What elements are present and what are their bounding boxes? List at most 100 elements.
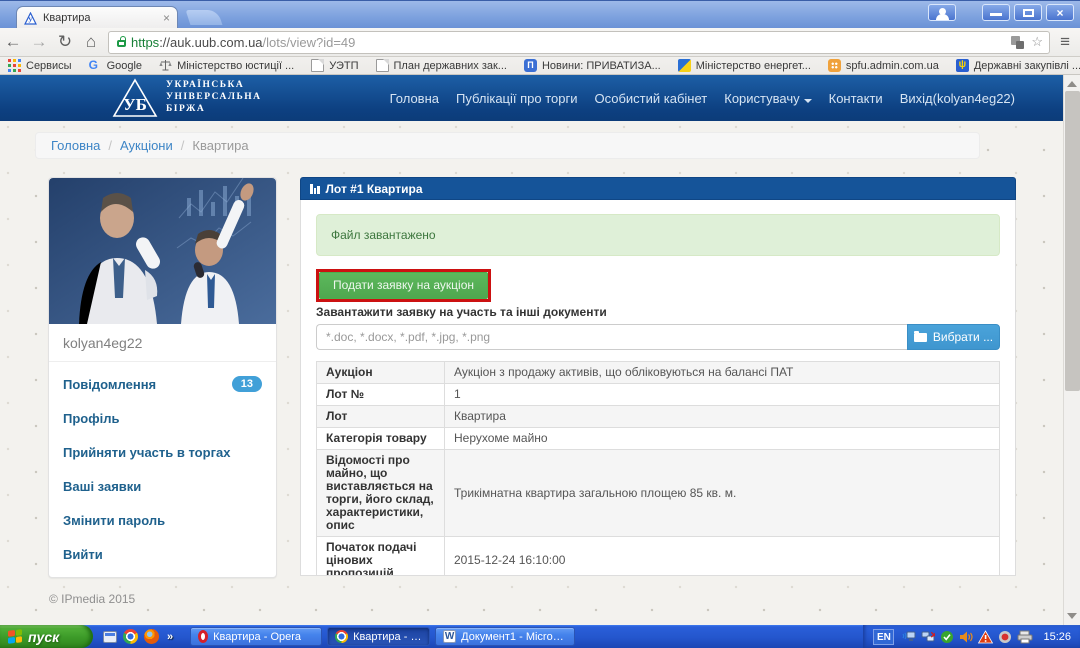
tab-close-icon[interactable]: × (163, 12, 170, 24)
table-row: Категорія товаруНерухоме майно (317, 428, 1000, 450)
minimize-icon (990, 13, 1002, 16)
site-logo-text: УКРАЇНСЬКА УНІВЕРСАЛЬНА БІРЖА (166, 80, 262, 116)
language-indicator[interactable]: EN (873, 629, 894, 645)
sidebar-item-change-password[interactable]: Змінити пароль (49, 503, 276, 537)
browser-scrollbar[interactable] (1063, 75, 1080, 625)
chrome-icon[interactable] (123, 629, 138, 644)
breadcrumb: Головна / Аукціони / Квартира (35, 132, 980, 159)
nav-logout[interactable]: Вихід(kolyan4eg22) (900, 91, 1015, 106)
bookmarks-bar: Сервисы G Google Міністерство юстиції ..… (0, 57, 1080, 75)
home-icon[interactable]: ⌂ (78, 29, 104, 55)
sidebar-item-participate[interactable]: Прийняти участь в торгах (49, 435, 276, 469)
apps-icon (8, 59, 21, 72)
task-word[interactable]: W Документ1 - Microso... (435, 627, 575, 646)
nav-publications[interactable]: Публікації про торги (456, 91, 577, 106)
submit-application-button[interactable]: Подати заявку на аукціон (319, 272, 488, 299)
forward-icon[interactable]: → (26, 29, 52, 55)
minimize-button[interactable] (982, 4, 1010, 21)
firefox-icon[interactable] (144, 629, 159, 644)
nav-home[interactable]: Головна (390, 91, 439, 106)
address-bar[interactable]: https ://auk.uub.com.ua /lots/view?id=49… (108, 31, 1050, 54)
lot-panel-header: Лот #1 Квартира (300, 177, 1016, 200)
sidebar-item-your-bids[interactable]: Ваші заявки (49, 469, 276, 503)
svg-text:УБ: УБ (123, 95, 147, 114)
sidebar: kolyan4eg22 Повідомлення 13 Профіль Прий… (48, 177, 277, 578)
task-chrome[interactable]: Квартира - Google C... (327, 627, 430, 646)
quick-launch-overflow-icon[interactable]: » (167, 631, 173, 643)
warning-icon[interactable] (978, 630, 993, 644)
breadcrumb-auctions[interactable]: Аукціони (120, 138, 173, 153)
update-status-icon[interactable] (998, 630, 1012, 644)
google-icon: G (89, 59, 102, 72)
nav-user-menu[interactable]: Користувачу (724, 91, 811, 106)
maximize-button[interactable] (1014, 4, 1042, 21)
messages-count-badge: 13 (232, 376, 262, 392)
lot-panel-body: Файл завантажено Подати заявку на аукціо… (300, 200, 1016, 576)
site-nav: Головна Публікації про торги Особистий к… (390, 91, 1015, 106)
nav-cabinet[interactable]: Особистий кабінет (594, 91, 707, 106)
page-icon (311, 59, 324, 72)
browse-button[interactable]: Вибрати ... (907, 324, 1000, 350)
volume-icon[interactable] (959, 630, 973, 644)
file-name-input[interactable] (316, 324, 907, 350)
task-opera[interactable]: Квартира - Opera (190, 627, 322, 646)
bookmark-item[interactable]: spfu.admin.com.ua (828, 59, 939, 72)
back-icon[interactable]: ← (0, 29, 26, 55)
sidebar-username: kolyan4eg22 (49, 324, 276, 361)
spfu-icon (828, 59, 841, 72)
bookmark-item[interactable]: П Новини: ПРИВАТИЗА... (524, 59, 661, 72)
network-signal-icon[interactable] (902, 630, 916, 644)
bookmark-item[interactable]: Сервисы (8, 59, 72, 72)
show-desktop-icon[interactable] (103, 631, 117, 643)
bookmark-item[interactable]: G Google (89, 59, 142, 72)
printer-icon[interactable] (1017, 630, 1033, 644)
url-scheme: https (131, 35, 159, 50)
breadcrumb-current: Квартира (192, 138, 248, 153)
bookmark-item[interactable]: ψ Державні закупівлі ... (956, 59, 1080, 72)
table-row: Відомості про майно, що виставляється на… (317, 450, 1000, 537)
breadcrumb-home[interactable]: Головна (51, 138, 100, 153)
scroll-up-icon[interactable] (1067, 81, 1077, 87)
chrome-menu-icon[interactable]: ≡ (1060, 32, 1070, 52)
bookmark-item[interactable]: УЭТП (311, 59, 358, 72)
lot-panel: Лот #1 Квартира Файл завантажено Подати … (300, 177, 1016, 576)
new-tab-button[interactable] (186, 10, 223, 25)
sidebar-item-logout[interactable]: Вийти (49, 537, 276, 571)
nav-contacts[interactable]: Контакти (829, 91, 883, 106)
https-lock-icon (117, 40, 126, 47)
network-disconnected-icon[interactable]: ✕ (921, 630, 935, 644)
sidebar-item-profile[interactable]: Профіль (49, 401, 276, 435)
start-button[interactable]: пуск (0, 625, 93, 648)
bar-chart-icon (310, 184, 320, 194)
translate-icon[interactable] (1011, 36, 1024, 49)
table-row: ЛотКвартира (317, 406, 1000, 428)
web-page: УБ УКРАЇНСЬКА УНІВЕРСАЛЬНА БІРЖА Головна… (0, 75, 1063, 625)
opera-icon (198, 630, 208, 643)
lot-details-table: АукціонАукціон з продажу активів, що обл… (316, 361, 1000, 576)
bookmark-item[interactable]: План державних зак... (376, 59, 507, 72)
security-check-icon[interactable] (940, 630, 954, 644)
site-favicon-icon: У (24, 12, 37, 25)
browser-tab-strip: У Квартира × × (0, 0, 1080, 28)
bookmark-star-icon[interactable]: ☆ (1031, 34, 1043, 50)
scrollbar-thumb[interactable] (1065, 91, 1080, 391)
sidebar-menu: Повідомлення 13 Профіль Прийняти участь … (49, 361, 276, 577)
windows-flag-icon (8, 629, 22, 643)
site-header: УБ УКРАЇНСЬКА УНІВЕРСАЛЬНА БІРЖА Головна… (0, 75, 1063, 121)
upload-label: Завантажити заявку на участь та інші док… (316, 305, 1000, 319)
trident-icon: ψ (956, 59, 969, 72)
bookmark-item[interactable]: Міністерство юстиції ... (159, 59, 294, 72)
sidebar-item-messages[interactable]: Повідомлення 13 (49, 366, 276, 401)
reload-icon[interactable]: ↻ (52, 29, 78, 55)
site-logo[interactable]: УБ УКРАЇНСЬКА УНІВЕРСАЛЬНА БІРЖА (112, 78, 262, 118)
bookmark-item[interactable]: Міністерство енергет... (678, 59, 811, 72)
system-tray: EN ✕ 15: (863, 625, 1080, 648)
browser-tab[interactable]: У Квартира × (16, 6, 178, 29)
taskbar-clock: 15:26 (1043, 631, 1071, 643)
word-icon: W (443, 630, 456, 643)
news-icon: П (524, 59, 537, 72)
scroll-down-icon[interactable] (1067, 613, 1077, 619)
url-host: ://auk.uub.com.ua (159, 35, 262, 50)
profile-button[interactable] (928, 4, 956, 21)
close-button[interactable]: × (1046, 4, 1074, 21)
